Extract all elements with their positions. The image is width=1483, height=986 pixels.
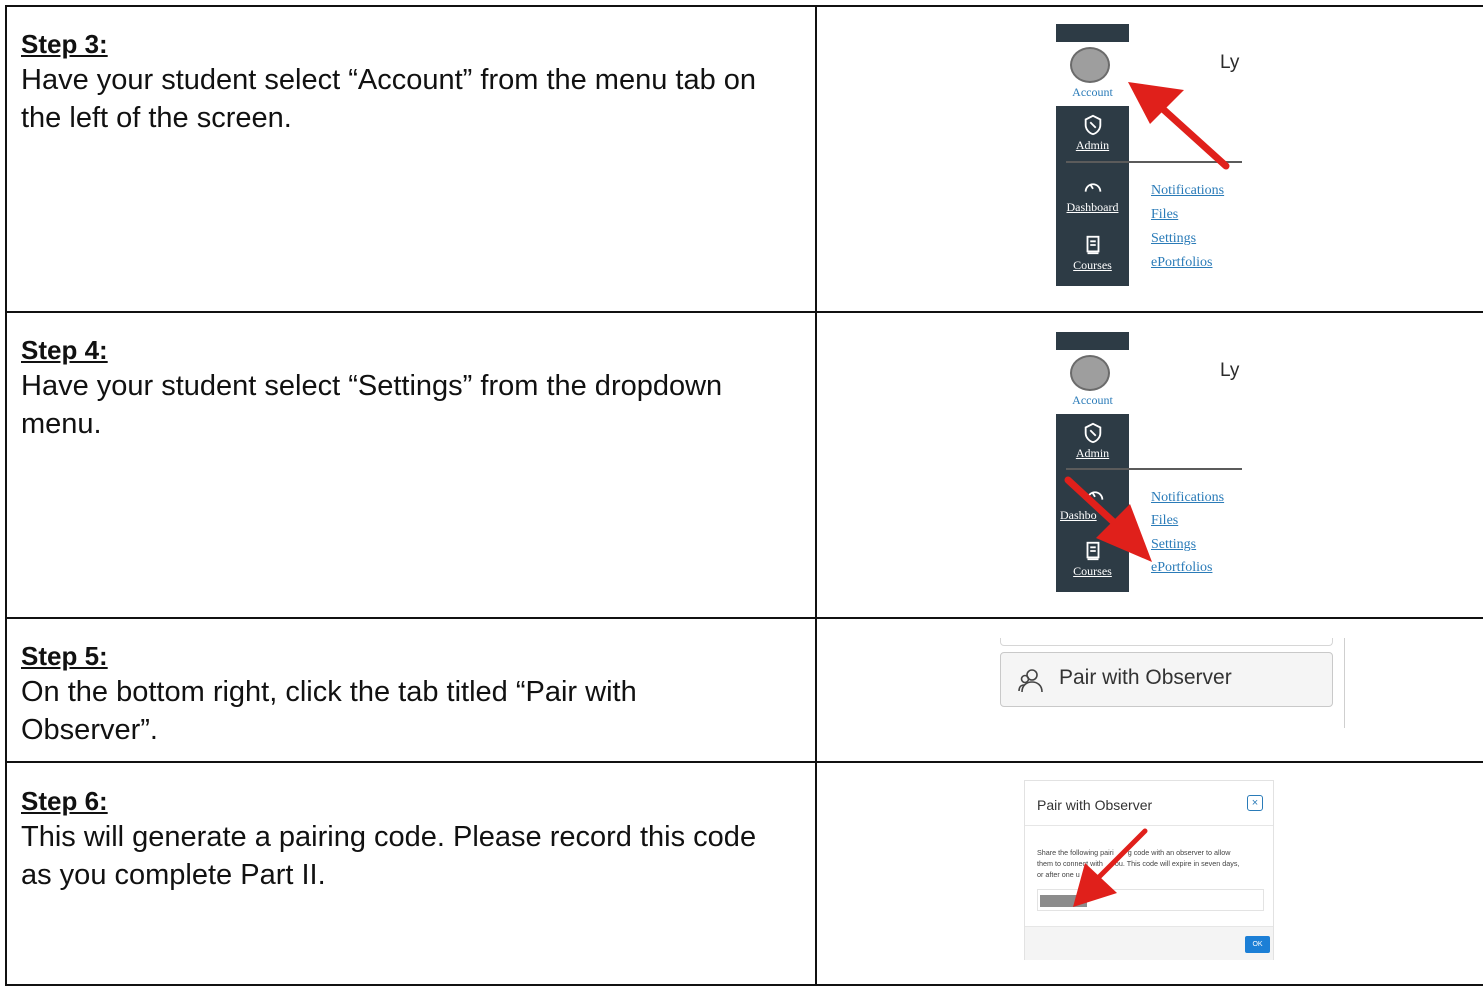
dialog-title: Pair with Observer <box>1037 797 1153 813</box>
shield-icon <box>1084 422 1101 444</box>
global-nav-top <box>1056 332 1129 350</box>
step-description: On the bottom right, click the tab title… <box>21 676 637 746</box>
nav-label-admin: Admin <box>1075 138 1110 152</box>
table-border-top <box>5 5 1483 7</box>
user-initials: Ly <box>1220 360 1240 381</box>
tray-link-notifications[interactable]: Notifications <box>1151 183 1224 199</box>
nav-item-admin[interactable]: Admin <box>1056 114 1129 153</box>
step-4-cell: Step 4: Have your student select “Settin… <box>21 333 801 443</box>
pair-with-observer-dialog: Pair with Observer × Share the following… <box>1024 780 1274 960</box>
nav-item-courses[interactable]: Courses <box>1056 234 1129 273</box>
nav-label-dashboard: Dashboard <box>1066 200 1119 214</box>
tray-divider <box>1066 468 1242 470</box>
step-3-cell: Step 3: Have your student select “Accoun… <box>21 27 801 137</box>
previous-tab-edge <box>1000 638 1333 646</box>
dialog-divider <box>1025 825 1273 826</box>
step-4-screenshot: Account Admin Dashbo Courses Ly Notifica… <box>1056 332 1256 592</box>
account-label[interactable]: Account <box>1056 393 1129 408</box>
close-icon[interactable]: × <box>1247 795 1263 811</box>
account-nav-item[interactable]: Account <box>1056 350 1129 414</box>
red-arrow-icon <box>1128 82 1230 170</box>
dialog-footer: OK <box>1025 926 1273 960</box>
table-row-divider <box>5 617 1483 619</box>
step-6-cell: Step 6: This will generate a pairing cod… <box>21 784 781 894</box>
account-label[interactable]: Account <box>1056 85 1129 100</box>
tray-link-eportfolios[interactable]: ePortfolios <box>1151 560 1212 576</box>
step-3-screenshot: Account Admin Dashboard Courses Ly Notif… <box>1056 24 1256 286</box>
table-column-divider <box>815 5 817 986</box>
step-description: This will generate a pairing code. Pleas… <box>21 821 757 891</box>
nav-label-courses: Courses <box>1073 258 1112 272</box>
table-row-divider <box>5 311 1483 313</box>
pair-with-observer-button[interactable]: Pair with Observer <box>1000 652 1333 707</box>
panel-divider <box>1344 638 1345 728</box>
table-border-left <box>5 5 7 986</box>
users-icon <box>1018 669 1043 693</box>
avatar[interactable] <box>1070 47 1110 83</box>
nav-item-dashboard[interactable]: Dashboard <box>1056 176 1129 215</box>
tray-link-notifications[interactable]: Notifications <box>1151 490 1224 506</box>
tray-link-settings[interactable]: Settings <box>1151 231 1196 247</box>
avatar[interactable] <box>1070 355 1110 391</box>
red-arrow-icon <box>1073 828 1148 907</box>
step-title: Step 4: <box>21 335 108 365</box>
step-title: Step 6: <box>21 786 108 816</box>
account-nav-item[interactable]: Account <box>1056 42 1129 106</box>
global-nav-top <box>1056 24 1129 42</box>
nav-label-admin: Admin <box>1075 446 1110 460</box>
book-icon <box>1086 235 1099 255</box>
user-initials: Ly <box>1220 52 1240 73</box>
step-title: Step 5: <box>21 641 108 671</box>
speedometer-icon <box>1084 183 1101 192</box>
nav-item-admin[interactable]: Admin <box>1056 422 1129 461</box>
pair-with-observer-label: Pair with Observer <box>1059 666 1232 689</box>
table-row-divider <box>5 761 1483 763</box>
global-nav-rail: Admin Dashboard Courses <box>1056 106 1129 286</box>
step-description: Have your student select “Account” from … <box>21 64 757 134</box>
step-title: Step 3: <box>21 29 108 59</box>
ok-button[interactable]: OK <box>1245 936 1270 953</box>
red-arrow-icon <box>1064 476 1152 562</box>
tray-link-files[interactable]: Files <box>1151 207 1178 223</box>
shield-icon <box>1084 114 1101 136</box>
tray-link-eportfolios[interactable]: ePortfolios <box>1151 255 1212 271</box>
step-5-cell: Step 5: On the bottom right, click the t… <box>21 639 741 749</box>
step-description: Have your student select “Settings” from… <box>21 370 723 440</box>
